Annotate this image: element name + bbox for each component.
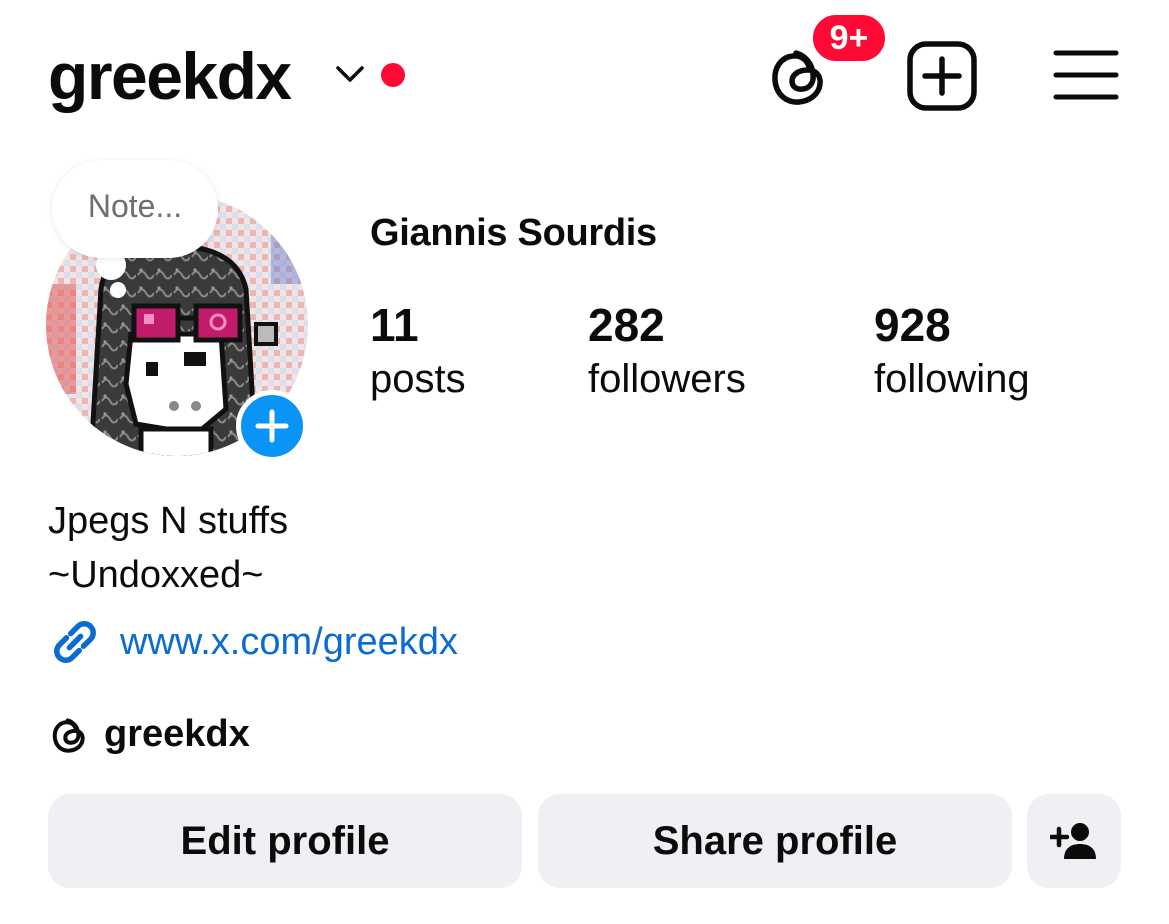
plus-icon bbox=[255, 409, 289, 443]
threads-handle: greekdx bbox=[104, 712, 250, 755]
stat-posts[interactable]: 11 posts bbox=[370, 298, 466, 406]
posts-label: posts bbox=[370, 357, 466, 401]
bio-link[interactable]: www.x.com/greekdx bbox=[48, 612, 458, 672]
bio-line: ~Undoxxed~ bbox=[48, 554, 264, 596]
followers-count: 282 bbox=[588, 299, 665, 351]
unread-indicator bbox=[381, 63, 405, 87]
posts-count: 11 bbox=[370, 299, 419, 351]
add-story-button[interactable] bbox=[236, 390, 308, 462]
stat-followers[interactable]: 282 followers bbox=[588, 298, 746, 406]
new-post-icon[interactable] bbox=[906, 40, 978, 112]
link-icon bbox=[54, 621, 96, 663]
bio-link-text[interactable]: www.x.com/greekdx bbox=[120, 621, 458, 664]
following-label: following bbox=[874, 357, 1030, 401]
threads-icon bbox=[52, 718, 85, 753]
full-name: Giannis Sourdis bbox=[370, 212, 657, 254]
stat-following[interactable]: 928 following bbox=[874, 298, 1030, 406]
menu-icon[interactable] bbox=[1052, 48, 1120, 102]
note-bubble[interactable]: Note... bbox=[52, 160, 218, 258]
edit-profile-button[interactable]: Edit profile bbox=[48, 794, 522, 888]
notification-badge: 9+ bbox=[810, 12, 888, 64]
share-profile-button[interactable]: Share profile bbox=[538, 794, 1012, 888]
chevron-down-icon[interactable] bbox=[334, 62, 366, 86]
add-person-icon bbox=[1050, 823, 1096, 859]
bio: Jpegs N stuffs ~Undoxxed~ bbox=[48, 494, 288, 602]
note-bubble-tail-small bbox=[110, 282, 126, 298]
discover-people-button[interactable] bbox=[1027, 794, 1121, 888]
username-switcher[interactable]: greekdx bbox=[48, 38, 292, 114]
bio-line: Jpegs N stuffs bbox=[48, 500, 289, 542]
threads-profile-link[interactable]: greekdx bbox=[48, 706, 250, 762]
profile-page: greekdx 9+ Note... Giannis Sourdis 11 po… bbox=[0, 0, 1169, 924]
following-count: 928 bbox=[874, 299, 951, 351]
followers-label: followers bbox=[588, 357, 746, 401]
